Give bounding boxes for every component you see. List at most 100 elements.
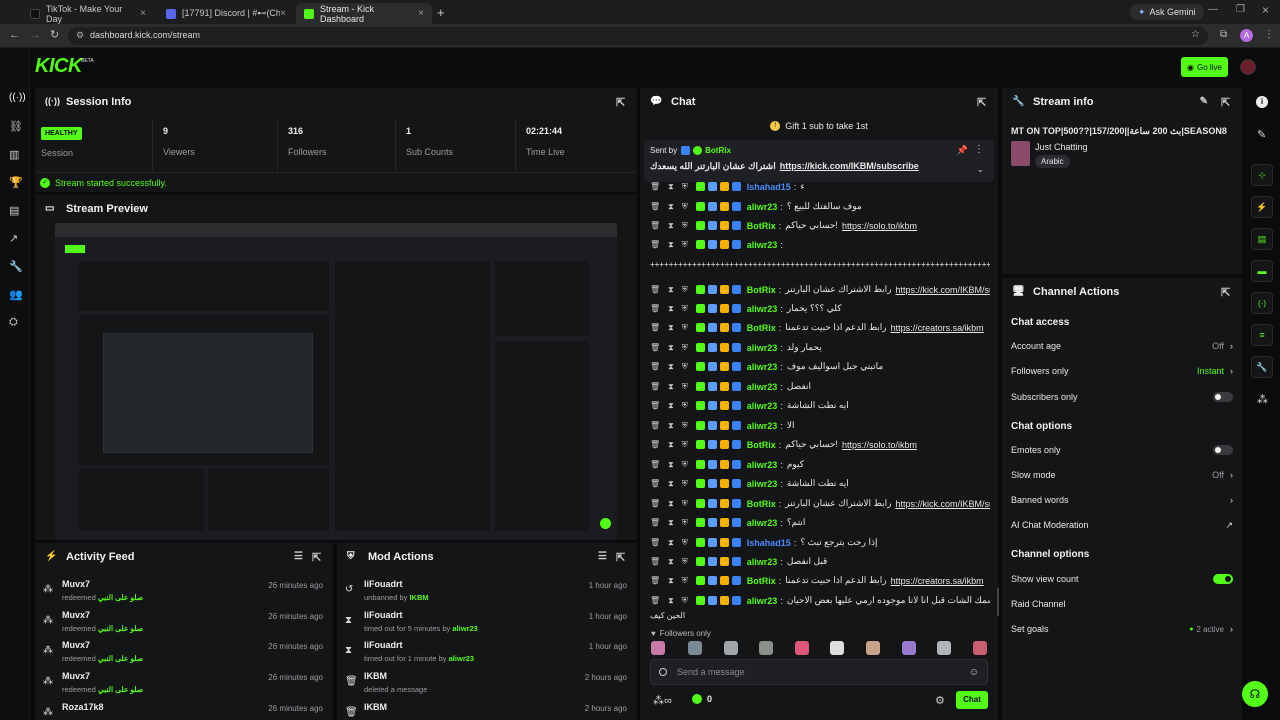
moderation-icon[interactable]: ⛭ — [9, 316, 21, 328]
delete-icon[interactable]: 🗑 — [650, 557, 660, 566]
timeout-icon[interactable]: ⧗ — [668, 304, 674, 314]
ban-icon[interactable]: ⛨ — [682, 440, 688, 450]
timeout-icon[interactable]: ⧗ — [668, 382, 674, 392]
url-field[interactable]: ⚙ dashboard.kick.com/stream ☆ — [68, 27, 1208, 45]
emote-thumb[interactable] — [651, 641, 665, 655]
ban-icon[interactable]: ⛨ — [682, 382, 688, 392]
language-tag[interactable]: Arabic — [1035, 155, 1070, 168]
chat-username[interactable]: BotRix — [747, 499, 776, 509]
more-options-icon[interactable]: ⋮ — [974, 144, 984, 155]
rail-focus-button[interactable]: ⊹ — [1251, 164, 1273, 186]
graph-icon[interactable]: ↗ — [9, 232, 21, 245]
popout-icon[interactable]: ⇱ — [977, 96, 988, 109]
rail-chat-button[interactable]: ▬ — [1251, 260, 1273, 282]
chat-message[interactable]: 🗑 ⧗ ⛨ aliwr23: الا — [650, 416, 990, 435]
pin-icon[interactable]: 📌 — [957, 145, 968, 156]
feed-user[interactable]: Muvx7 — [62, 610, 143, 620]
restore-icon[interactable]: ❐ — [1236, 4, 1245, 15]
ban-icon[interactable]: ⛨ — [682, 538, 688, 548]
mod-target[interactable]: aliwr23 — [452, 624, 477, 633]
delete-icon[interactable]: 🗑 — [650, 401, 660, 410]
mod-user[interactable]: IiFouadrt — [364, 640, 474, 650]
reload-icon[interactable]: ↻ — [50, 28, 59, 41]
analytics-icon[interactable]: ▥ — [9, 148, 21, 161]
delete-icon[interactable]: 🗑 — [650, 285, 660, 294]
ban-icon[interactable]: ⛨ — [682, 557, 688, 567]
mod-user[interactable]: IKBM — [364, 702, 387, 712]
chat-message[interactable]: 🗑 ⧗ ⛨ BotRix: رابط الاشتراك عشان البارتن… — [650, 494, 990, 513]
delete-icon[interactable]: 🗑 — [650, 362, 660, 371]
slow-mode-row[interactable]: Slow mode Off › — [1011, 465, 1233, 485]
site-info-icon[interactable]: ⚙ — [76, 30, 84, 41]
chat-message[interactable]: 🗑 ⧗ ⛨ BotRix: رابط الدعم اذا حبيت تدعمنا… — [650, 571, 990, 590]
rail-broadcast-button[interactable]: (·) — [1251, 292, 1273, 314]
popout-icon[interactable]: ⇱ — [1221, 286, 1232, 299]
chat-username[interactable]: BotRix — [747, 440, 776, 450]
chat-username[interactable]: aliwr23 — [747, 421, 778, 431]
back-icon[interactable]: ← — [9, 29, 20, 41]
support-chat-button[interactable]: ☊ — [1242, 681, 1268, 707]
filter-icon[interactable]: ☰ — [294, 551, 303, 562]
chat-message[interactable]: 🗑 ⧗ ⛨ Ishahad15: إذا رحت بترجع تبث ؟ — [650, 533, 990, 552]
mod-target[interactable]: aliwr23 — [449, 654, 474, 663]
feed-user[interactable]: Muvx7 — [62, 671, 143, 681]
chat-username[interactable]: Ishahad15 — [747, 182, 791, 192]
ban-icon[interactable]: ⛨ — [682, 323, 688, 333]
chat-link[interactable]: https://solo.to/ikbm — [842, 221, 917, 231]
chat-username[interactable]: aliwr23 — [747, 401, 778, 411]
popout-icon[interactable]: ⇱ — [616, 551, 627, 564]
chat-username[interactable]: BotRix — [747, 285, 776, 295]
browser-tab-discord[interactable]: [17791] Discord | #⊷(Chat) | ... × — [158, 3, 294, 24]
ban-icon[interactable]: ⛨ — [682, 221, 688, 231]
browser-menu-icon[interactable]: ⋮ — [1264, 29, 1274, 40]
chat-username[interactable]: aliwr23 — [747, 362, 778, 372]
delete-icon[interactable]: 🗑 — [650, 479, 660, 488]
timeout-icon[interactable]: ⧗ — [668, 596, 674, 606]
chat-username[interactable]: aliwr23 — [747, 240, 778, 250]
emote-thumb[interactable] — [724, 641, 738, 655]
ban-icon[interactable]: ⛨ — [682, 596, 688, 606]
link-icon[interactable]: ⛓ — [9, 120, 23, 133]
mod-action-item[interactable]: ⧗ IiFouadrt timed out for 5 minutes by a… — [343, 610, 637, 640]
timeout-icon[interactable]: ⧗ — [668, 362, 674, 372]
ban-icon[interactable]: ⛨ — [682, 499, 688, 509]
mod-target[interactable]: IKBM — [409, 593, 428, 602]
kick-logo[interactable]: KICK — [35, 55, 82, 78]
delete-icon[interactable]: 🗑 — [650, 323, 660, 332]
delete-icon[interactable]: 🗑 — [650, 240, 660, 249]
emoji-icon[interactable]: ☺ — [969, 667, 979, 678]
rail-actions-button[interactable]: ≡ — [1251, 324, 1273, 346]
ban-icon[interactable]: ⛨ — [682, 285, 688, 295]
rail-activity-button[interactable]: ⚡ — [1251, 196, 1273, 218]
delete-icon[interactable]: 🗑 — [650, 460, 660, 469]
emote-thumb[interactable] — [866, 641, 880, 655]
chat-message[interactable]: 🗑 ⧗ ⛨ aliwr23: موف سالفتك للبيع ؟ — [650, 197, 990, 216]
chat-username[interactable]: aliwr23 — [747, 460, 778, 470]
minimize-icon[interactable]: — — [1208, 4, 1218, 15]
timeout-icon[interactable]: ⧗ — [668, 202, 674, 212]
activity-feed-item[interactable]: ⁂ Muvx7 redeemed صلو على النبي 26 minute… — [41, 640, 333, 670]
emote-thumb[interactable] — [688, 641, 702, 655]
chat-link[interactable]: https://solo.to/ikbm — [842, 440, 917, 450]
chat-message[interactable]: 🗑 ⧗ ⛨ BotRix: رابط الدعم اذا حبيت تدعمنا… — [650, 318, 990, 337]
filter-icon[interactable]: ☰ — [598, 551, 607, 562]
timeout-icon[interactable]: ⧗ — [668, 182, 674, 192]
ban-icon[interactable]: ⛨ — [682, 460, 688, 470]
wrench-icon[interactable]: 🔧 — [9, 260, 23, 273]
timeout-icon[interactable]: ⧗ — [668, 440, 674, 450]
delete-icon[interactable]: 🗑 — [650, 576, 660, 585]
gift-banner[interactable]: ! Gift 1 sub to take 1st — [640, 118, 998, 134]
chat-message[interactable]: 🗑 ⧗ ⛨ aliwr23: ماتبني جبل اسواليف موف — [650, 357, 990, 376]
ban-icon[interactable]: ⛨ — [682, 362, 688, 372]
points-icon[interactable]: ⁂∞ — [653, 694, 672, 707]
rail-notes-button[interactable]: ▤ — [1251, 228, 1273, 250]
pinned-user[interactable]: BotRix — [705, 146, 731, 155]
timeout-icon[interactable]: ⧗ — [668, 460, 674, 470]
chat-message[interactable]: 🗑 ⧗ ⛨ aliwr23: انفصل — [650, 377, 990, 396]
emote-thumb[interactable] — [830, 641, 844, 655]
video-icon[interactable]: ▤ — [9, 204, 21, 217]
chat-username[interactable]: aliwr23 — [747, 596, 778, 606]
chat-username[interactable]: aliwr23 — [747, 202, 778, 212]
emote-thumb[interactable] — [759, 641, 773, 655]
browser-tab-kick[interactable]: Stream - Kick Dashboard × — [296, 3, 432, 24]
